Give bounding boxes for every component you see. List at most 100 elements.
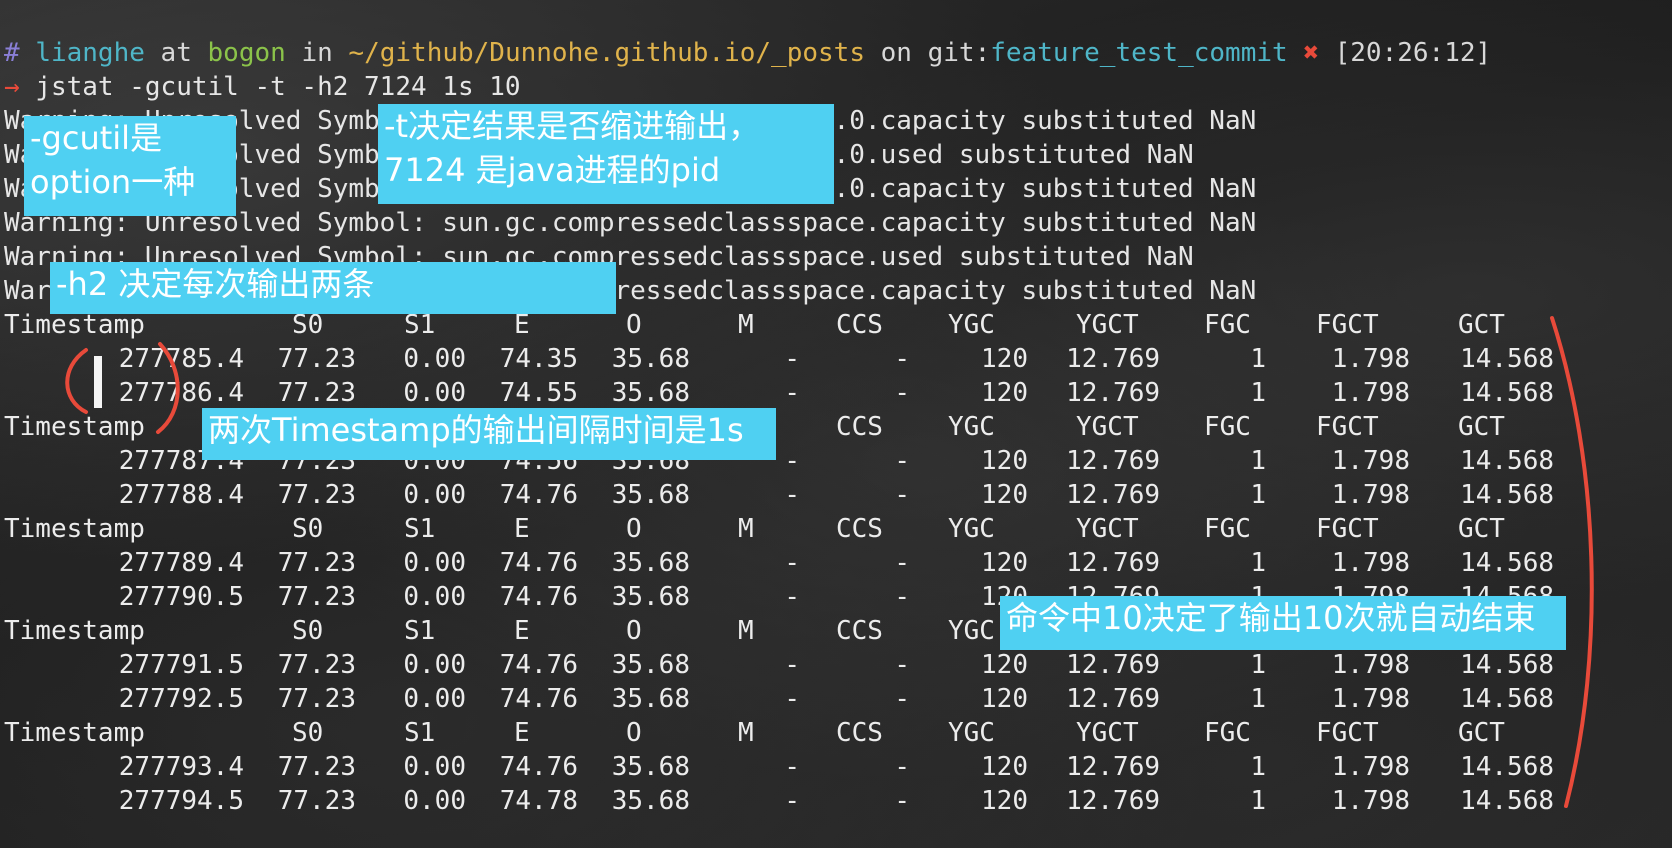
table-cell: 0.00 (403, 344, 466, 374)
table-cell: 74.76 (499, 480, 578, 510)
table-cell: 12.769 (1066, 378, 1160, 408)
jstat-output-table: Timestamp S0 S1 E O M CCS YGC YGCT FGC FGCT GCT 2777… (0, 308, 1672, 818)
table-cell: 120 (981, 480, 1028, 510)
table-cell: 14.568 (1460, 378, 1554, 408)
column-header: E (514, 514, 530, 544)
column-header: Timestamp (4, 616, 145, 646)
table-cell: 1 (1250, 378, 1266, 408)
table-cell: 12.769 (1066, 446, 1160, 476)
table-cell: 1 (1250, 684, 1266, 714)
column-header: CCS (836, 514, 883, 544)
table-cell: - (784, 752, 800, 782)
column-header: S1 (404, 616, 436, 646)
column-header: FGCT (1316, 514, 1379, 544)
table-cell: 77.23 (277, 650, 356, 680)
prompt-time: [20:26:12] (1334, 38, 1492, 68)
callout-h2: -h2 决定每次输出两条 (50, 262, 616, 314)
table-cell: 12.769 (1066, 344, 1160, 374)
column-header: FGC (1204, 718, 1251, 748)
table-cell: 120 (981, 378, 1028, 408)
table-cell: 120 (981, 684, 1028, 714)
column-header: S0 (292, 616, 324, 646)
table-cell: - (894, 752, 910, 782)
column-header: O (626, 616, 642, 646)
table-cell: 74.76 (499, 684, 578, 714)
column-header: Timestamp (4, 718, 145, 748)
table-cell: - (894, 582, 910, 612)
table-cell: 1.798 (1331, 344, 1410, 374)
column-header: S1 (404, 514, 436, 544)
table-cell: 120 (981, 752, 1028, 782)
table-cell: 77.23 (277, 344, 356, 374)
table-cell: 35.68 (611, 650, 690, 680)
column-header: GCT (1458, 412, 1505, 442)
table-cell: 1 (1250, 446, 1266, 476)
table-cell: 35.68 (611, 548, 690, 578)
table-cell: 77.23 (277, 786, 356, 816)
table-cell: 120 (981, 650, 1028, 680)
prompt-host: bogon (207, 38, 286, 68)
table-cell: - (784, 344, 800, 374)
table-cell: 277790.5 (118, 582, 244, 612)
table-cell: 1 (1250, 480, 1266, 510)
column-header: CCS (836, 616, 883, 646)
table-cell: - (784, 684, 800, 714)
column-header: O (626, 514, 642, 544)
table-cell: 77.23 (277, 480, 356, 510)
table-cell: 1.798 (1331, 378, 1410, 408)
column-header: YGCT (1076, 718, 1139, 748)
callout-count: 命令中10决定了输出10次就自动结束 (1000, 596, 1566, 650)
column-header: S0 (292, 514, 324, 544)
table-cell: 1.798 (1331, 684, 1410, 714)
table-cell: 277789.4 (118, 548, 244, 578)
table-cell: 277794.5 (118, 786, 244, 816)
table-row: 277785.4 77.23 0.00 74.35 35.68 - - 120 12.769 1 1… (0, 342, 1672, 376)
table-cell: 12.769 (1066, 684, 1160, 714)
table-cell: 77.23 (277, 378, 356, 408)
table-cell: 277791.5 (118, 650, 244, 680)
table-cell: 74.55 (499, 378, 578, 408)
table-row: 277793.4 77.23 0.00 74.76 35.68 - - 120 12.769 1 1… (0, 750, 1672, 784)
column-header: CCS (836, 412, 883, 442)
table-cell: 120 (981, 548, 1028, 578)
shell-prompt: # lianghe at bogon in ~/github/Dunnohe.g… (0, 36, 1672, 70)
column-header: FGC (1204, 514, 1251, 544)
column-header: GCT (1458, 718, 1505, 748)
prompt-hash: # (4, 38, 20, 68)
table-cell: 0.00 (403, 480, 466, 510)
table-cell: 1.798 (1331, 480, 1410, 510)
table-cell: - (784, 378, 800, 408)
column-header: M (738, 310, 754, 340)
table-header-row: Timestamp S0 S1 E O M CCS YGC YGCT FGC FGCT GCT (0, 512, 1672, 546)
table-cell: 14.568 (1460, 344, 1554, 374)
column-header: GCT (1458, 310, 1505, 340)
table-cell: 1 (1250, 548, 1266, 578)
table-cell: - (894, 548, 910, 578)
table-cell: 74.35 (499, 344, 578, 374)
table-cell: 1.798 (1331, 752, 1410, 782)
column-header: FGC (1204, 412, 1251, 442)
column-header: O (626, 718, 642, 748)
table-cell: 1.798 (1331, 548, 1410, 578)
table-cell: 14.568 (1460, 446, 1554, 476)
prompt-on: on (864, 38, 928, 68)
table-cell: 77.23 (277, 752, 356, 782)
column-header: YGCT (1076, 412, 1139, 442)
column-header: S0 (292, 718, 324, 748)
column-header: FGC (1204, 310, 1251, 340)
table-cell: - (894, 786, 910, 816)
column-header: FGCT (1316, 718, 1379, 748)
table-cell: 14.568 (1460, 480, 1554, 510)
table-row: 277786.4 77.23 0.00 74.55 35.68 - - 120 12.769 1 1… (0, 376, 1672, 410)
column-header: YGCT (1076, 310, 1139, 340)
table-cell: 277788.4 (118, 480, 244, 510)
table-row: 277791.5 77.23 0.00 74.76 35.68 - - 120 12.769 1 1… (0, 648, 1672, 682)
table-cell: 14.568 (1460, 548, 1554, 578)
table-cell: 12.769 (1066, 480, 1160, 510)
column-header: CCS (836, 718, 883, 748)
column-header: YGC (948, 412, 995, 442)
table-cell: 1.798 (1331, 650, 1410, 680)
table-cell: 35.68 (611, 480, 690, 510)
table-cell: 14.568 (1460, 786, 1554, 816)
table-cell: - (784, 582, 800, 612)
